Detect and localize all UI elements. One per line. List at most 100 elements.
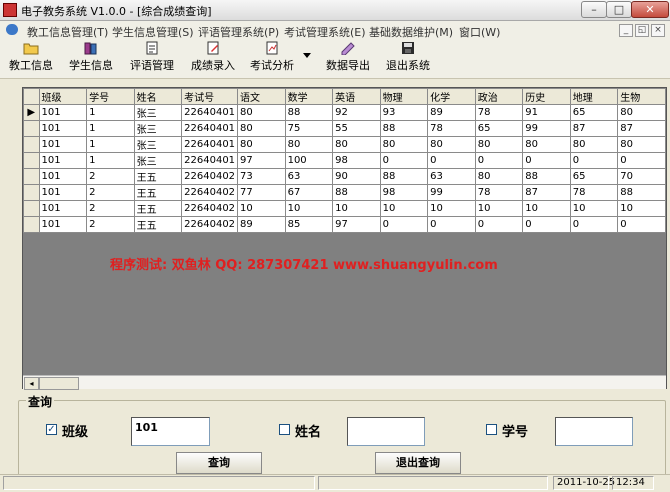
table-cell[interactable]: 101 [38,152,88,169]
table-cell[interactable]: 0 [427,152,476,169]
table-cell[interactable]: 78 [427,120,476,137]
table-cell[interactable]: 80 [617,136,666,153]
table-cell[interactable]: 22640402 [181,200,239,217]
table-cell[interactable]: 0 [617,216,666,233]
table-cell[interactable]: 2 [86,200,135,217]
table-cell[interactable]: 22640401 [181,152,239,169]
table-row[interactable]: 101 1 张三 22640401 97 100 98 0 0 0 0 0 0 [23,152,666,169]
table-cell[interactable]: 93 [379,104,429,121]
column-header[interactable]: 化学 [427,88,476,105]
table-cell[interactable]: 80 [284,136,334,153]
table-cell[interactable]: 80 [237,104,286,121]
table-cell[interactable]: 87 [617,120,666,137]
table-cell[interactable]: 0 [379,216,429,233]
table-cell[interactable]: 张三 [133,136,183,153]
maximize-button[interactable]: □ [606,1,632,18]
column-header[interactable]: 语文 [237,88,286,105]
column-header[interactable]: 历史 [522,88,571,105]
name-field[interactable] [347,417,425,446]
toolbar-score-entry-button[interactable]: 成绩录入 [189,41,237,73]
table-cell[interactable]: 22640402 [181,184,239,201]
table-cell[interactable]: 22640402 [181,216,239,233]
table-cell[interactable]: 101 [38,184,88,201]
table-cell[interactable]: 98 [332,152,381,169]
table-cell[interactable]: 88 [332,184,381,201]
table-cell[interactable]: 1 [86,152,135,169]
table-row[interactable]: ▶ 101 1 张三 22640401 80 88 92 93 89 78 91 65 80 [23,104,666,121]
student-number-checkbox[interactable] [486,424,497,435]
table-cell[interactable]: 88 [284,104,334,121]
table-cell[interactable]: 92 [332,104,381,121]
table-cell[interactable]: 80 [617,104,666,121]
table-cell[interactable]: 80 [474,168,524,185]
table-cell[interactable]: 89 [237,216,286,233]
table-cell[interactable]: 100 [284,152,334,169]
table-cell[interactable]: 80 [332,136,381,153]
table-cell[interactable]: 88 [379,168,429,185]
table-cell[interactable]: 101 [38,120,88,137]
table-cell[interactable]: 10 [522,200,571,217]
row-indicator[interactable] [23,168,40,185]
table-row[interactable]: 101 2 王五 22640402 10 10 10 10 10 10 10 10 10 [23,200,666,217]
column-header[interactable]: 学号 [86,88,135,105]
table-cell[interactable]: 10 [617,200,666,217]
table-cell[interactable]: 张三 [133,104,183,121]
table-cell[interactable]: 22640402 [181,168,239,185]
column-header[interactable]: 英语 [332,88,381,105]
table-cell[interactable]: 101 [38,200,88,217]
table-cell[interactable]: 10 [474,200,524,217]
menu-basic-data[interactable]: 基础数据维护(M) [369,24,453,40]
table-cell[interactable]: 101 [38,136,88,153]
table-cell[interactable]: 65 [569,168,619,185]
table-cell[interactable]: 2 [86,216,135,233]
table-cell[interactable]: 10 [237,200,286,217]
table-cell[interactable]: 10 [284,200,334,217]
table-row[interactable]: 101 2 王五 22640402 73 63 90 88 63 80 88 65 70 [23,168,666,185]
table-cell[interactable]: 97 [237,152,286,169]
table-cell[interactable]: 73 [237,168,286,185]
toolbar-teacher-info-button[interactable]: 教工信息 [8,41,54,73]
table-cell[interactable]: 80 [379,136,429,153]
table-cell[interactable]: 0 [617,152,666,169]
table-cell[interactable]: 80 [474,136,524,153]
table-cell[interactable]: 63 [427,168,476,185]
column-header[interactable]: 政治 [474,88,524,105]
toolbar-data-export-button[interactable]: 数据导出 [324,41,372,73]
table-cell[interactable]: 87 [569,120,619,137]
menu-comment-system[interactable]: 评语管理系统(P) [198,24,279,40]
table-cell[interactable]: 10 [427,200,476,217]
table-row[interactable]: 101 1 张三 22640401 80 75 55 88 78 65 99 87 87 [23,120,666,137]
table-cell[interactable]: 王五 [133,216,183,233]
table-cell[interactable]: 0 [379,152,429,169]
score-grid[interactable]: 班级 学号 姓名 考试号 语文 数学 英语 物理 化学 政治 历史 地理 生物 ▶ 101 1 张三 22640… [22,87,667,390]
table-cell[interactable]: 张三 [133,120,183,137]
toolbar-exit-button[interactable]: 退出系统 [384,41,432,73]
student-number-field[interactable] [555,417,633,446]
row-indicator[interactable]: ▶ [23,104,40,121]
table-cell[interactable]: 63 [284,168,334,185]
menu-exam-system[interactable]: 考试管理系统(E) [284,24,366,40]
mdi-child-icon[interactable] [6,24,18,35]
table-cell[interactable]: 22640401 [181,136,239,153]
column-header[interactable]: 数学 [284,88,334,105]
table-cell[interactable]: 101 [38,216,88,233]
row-indicator[interactable] [23,184,40,201]
column-header[interactable]: 考试号 [181,88,239,105]
table-cell[interactable]: 10 [569,200,619,217]
table-cell[interactable]: 0 [427,216,476,233]
minimize-button[interactable]: – [581,1,607,18]
table-cell[interactable]: 10 [332,200,381,217]
toolbar-comment-button[interactable]: 评语管理 [128,41,176,73]
table-cell[interactable]: 1 [86,136,135,153]
table-cell[interactable]: 89 [427,104,476,121]
table-cell[interactable]: 99 [427,184,476,201]
table-cell[interactable]: 85 [284,216,334,233]
column-header[interactable]: 班级 [38,88,88,105]
table-cell[interactable]: 55 [332,120,381,137]
app-icon[interactable] [3,3,17,17]
column-header[interactable]: 生物 [617,88,666,105]
scrollbar-thumb[interactable] [39,377,79,390]
row-indicator[interactable] [23,120,40,137]
table-cell[interactable]: 65 [569,104,619,121]
table-cell[interactable]: 22640401 [181,120,239,137]
